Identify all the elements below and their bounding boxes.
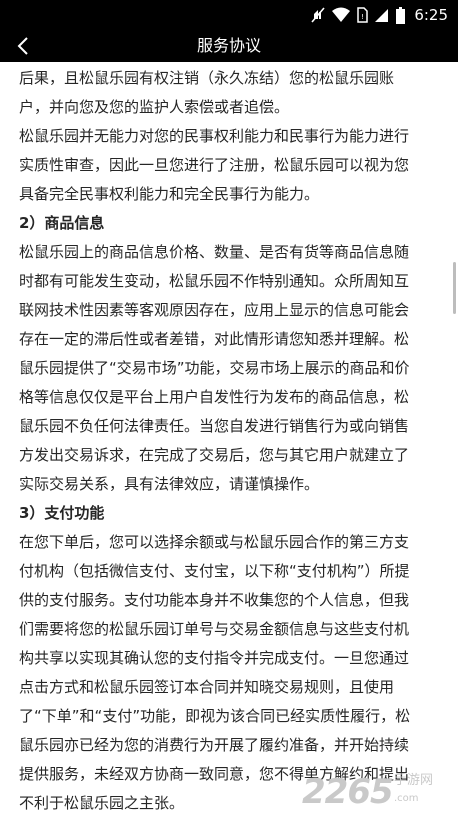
paragraph-line: 格等信息仅仅是平台上用户自发性行为发布的商品信息，松	[19, 388, 410, 406]
paragraph-line: 鼠乐园不负任何法律责任。当您自发进行销售行为或向销售	[19, 417, 410, 435]
scrollbar-thumb[interactable]	[453, 262, 456, 314]
wifi-icon	[332, 7, 351, 22]
paragraph-line: 联网技术性因素等客观原因存在，应用上显示的信息可能会	[19, 301, 410, 319]
sim-icon: !	[357, 7, 369, 23]
watermark-logo: 2265 手游网 .com	[302, 771, 452, 813]
paragraph-line: 时都有可能发生变动，松鼠乐园不作特别通知。众所周知互	[19, 272, 410, 290]
paragraph-line: 实质性审查，因此一旦您进行了注册，松鼠乐园可以视为您	[19, 156, 410, 174]
paragraph-line: 方发出交易诉求，在完成了交易后，您与其它用户就建立了	[19, 446, 410, 464]
svg-text:!: !	[361, 13, 364, 21]
page-title: 服务协议	[196, 36, 261, 55]
paragraph-line: 付机构（包括微信支付、支付宝，以下称“支付机构”）所提	[19, 562, 410, 580]
status-time: 6:25	[414, 6, 448, 24]
signal-icon	[375, 9, 389, 22]
paragraph-line: 点击方式和松鼠乐园签订本合同并知晓交易规则，且使用	[19, 678, 395, 696]
paragraph-line: 鼠乐园提供了“交易市场”功能，交易市场上展示的商品和价	[19, 359, 410, 377]
status-icons: ! 6:25	[311, 4, 448, 26]
section-title: 3）支付功能	[19, 504, 105, 522]
agreement-text: 后果，且松鼠乐园有权注销（永久冻结）您的松鼠乐园账 户，并向您及您的监护人索偿或者…	[0, 64, 458, 815]
paragraph-line: 松鼠乐园上的商品信息价格、数量、是否有货等商品信息随	[19, 243, 410, 261]
paragraph-line: 具备完全民事权利能力和完全民事行为能力。	[19, 185, 320, 203]
paragraph-line: 实际交易关系，具有法律效应，请谨慎操作。	[19, 475, 320, 493]
agreement-content[interactable]: 后果，且松鼠乐园有权注销（永久冻结）您的松鼠乐园账 户，并向您及您的监护人索偿或者…	[0, 62, 458, 815]
paragraph-line: 后果，且松鼠乐园有权注销（永久冻结）您的松鼠乐园账	[19, 69, 395, 87]
battery-icon	[396, 6, 406, 24]
watermark-number: 2265	[302, 772, 394, 812]
status-bar: ! 6:25	[0, 0, 458, 30]
paragraph-line: 松鼠乐园并无能力对您的民事权利能力和民事行为能力进行	[19, 127, 410, 145]
watermark-site: 手游网	[394, 773, 434, 788]
paragraph-line: 在您下单后，您可以选择余额或与松鼠乐园合作的第三方支	[19, 533, 410, 551]
watermark-domain: .com	[394, 793, 419, 804]
paragraph-line: 了“下单”和“支付”功能，即视为该合同已经实质性履行，松	[19, 707, 411, 725]
paragraph-line: 户，并向您及您的监护人索偿或者追偿。	[19, 98, 290, 116]
paragraph-line: 鼠乐园亦已经为您的消费行为开展了履约准备，并开始持续	[19, 736, 410, 754]
paragraph-line: 们需要将您的松鼠乐园订单号与交易金额信息与这些支付机	[19, 620, 410, 638]
paragraph-line: 构共享以实现其确认您的支付指令并完成支付。一旦您通过	[19, 649, 410, 667]
toolbar: 服务协议	[0, 30, 458, 62]
paragraph-line: 存在一定的滞后性或者差错，对此情形请您知悉并理解。松	[19, 330, 410, 348]
paragraph-line: 供的支付服务。支付功能本身并不收集您的个人信息，但我	[19, 591, 410, 609]
section-title: 2）商品信息	[19, 214, 105, 232]
mute-icon	[311, 7, 325, 23]
